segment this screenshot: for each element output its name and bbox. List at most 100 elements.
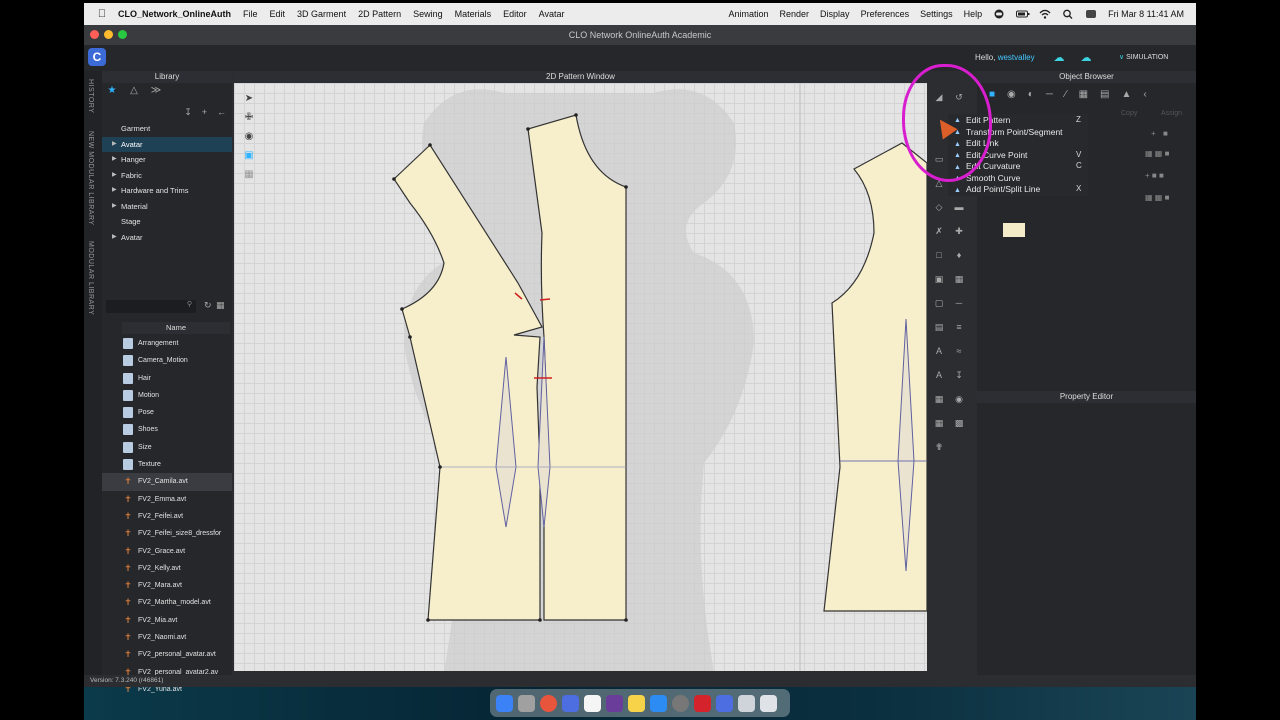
point-tool-icon[interactable]: ◉ [242,130,256,144]
close-window-icon[interactable] [90,30,99,39]
add-icon[interactable]: + [202,107,207,118]
zoom-window-icon[interactable] [118,30,127,39]
measure-icon[interactable]: ∕ [1065,89,1067,100]
clo-secondary-icon[interactable] [716,694,733,712]
fabric-icon[interactable]: ▦ [1079,89,1088,100]
annotation-tool-icon[interactable]: A [933,345,945,357]
menu-help[interactable]: Help [964,9,983,19]
expand-arrow-icon[interactable]: ▶ [112,137,117,153]
list-item[interactable]: ✝ FV2_Naomi.avt [102,629,232,646]
name-column-header[interactable]: Name [122,322,230,334]
measure-tool-icon[interactable]: ─ [953,297,965,309]
expand-arrow-icon[interactable]: ▶ [112,183,117,199]
settings-icon[interactable] [672,694,689,712]
list-item[interactable]: Hair [102,370,232,387]
library-search-input[interactable]: ⚲ [106,300,196,313]
trim-icon[interactable]: ▲ [1122,89,1132,100]
trace-tool-icon[interactable]: ♦ [953,249,965,261]
list-item[interactable]: Size [102,439,232,456]
notes-icon[interactable] [584,694,601,712]
expand-panel-icon[interactable]: ‹ [1143,89,1146,100]
back-icon[interactable]: ← [217,107,226,118]
button-tool-icon[interactable]: ◉ [953,393,965,405]
trash-icon[interactable]: ■ [1163,129,1168,138]
transform-tool-icon[interactable]: ✙ [242,111,256,125]
zipper-tool-icon[interactable]: ≡ [953,321,965,333]
list-item[interactable]: Arrangement [102,335,232,352]
texture-tool-icon[interactable]: ▦ [953,273,965,285]
pattern-tool-icon[interactable]: ▣ [242,149,256,163]
simulation-button[interactable]: ∨ SIMULATION [1119,50,1189,66]
list-item[interactable]: ✝ FV2_Feifei.avt [102,508,232,525]
download-icon[interactable]: ↧ [184,107,192,118]
menu-3d-garment[interactable]: 3D Garment [297,9,346,19]
finder-icon[interactable] [496,694,513,712]
slack-icon[interactable] [606,694,623,712]
menu-settings[interactable]: Settings [920,9,953,19]
list-item[interactable]: ✝ FV2_Emma.avt [102,491,232,508]
expand-arrow-icon[interactable]: ▶ [112,230,117,246]
line-icon[interactable]: ─ [1046,89,1053,100]
pattern-canvas[interactable]: ➤ ✙ ◉ ▣ ▦ [234,83,927,671]
ruler-tool-icon[interactable]: ▤ [933,321,945,333]
list-item[interactable]: Motion [102,387,232,404]
fabric-swatch[interactable] [1003,223,1025,237]
modular-icon[interactable]: ≫ [150,85,162,101]
tree-item-hardware[interactable]: ▶ Hardware and Trims [102,183,232,199]
stickies-icon[interactable] [628,694,645,712]
menu-display[interactable]: Display [820,9,850,19]
list-item[interactable]: ✝ FV2_Mia.avt [102,612,232,629]
add-fabric-icon[interactable]: + [1151,129,1156,138]
list-item[interactable]: Camera_Motion [102,352,232,369]
clock[interactable]: Fri Mar 8 11:41 AM [1108,9,1184,19]
app-store-icon[interactable] [650,694,667,712]
internal-line-icon[interactable]: □ [933,249,945,261]
expand-arrow-icon[interactable]: ▶ [112,152,117,168]
expand-arrow-icon[interactable]: ▶ [112,199,117,215]
menu-edit[interactable]: Edit [270,9,286,19]
list-item[interactable]: ✝ FV2_Camila.avt [102,473,232,491]
menu-materials[interactable]: Materials [455,9,492,19]
pin-tool-icon[interactable]: ✟ [933,441,945,453]
wave-tool-icon[interactable]: ≈ [953,345,965,357]
fabric-tool-icon[interactable]: ▣ [933,273,945,285]
tree-item-fabric[interactable]: ▶ Fabric [102,168,232,184]
list-item[interactable]: ✝ FV2_Mara.avt [102,577,232,594]
list-item[interactable]: ✝ FV2_personal_avatar.avt [102,646,232,663]
globe-icon[interactable]: ◐ [1028,89,1034,100]
hanger-icon[interactable]: △ [128,85,140,101]
arrow-tool-icon[interactable]: ↧ [953,369,965,381]
acrobat-icon[interactable] [694,694,711,712]
grid-view-icon[interactable]: ▦ [216,300,225,311]
list-item[interactable]: ✝ FV2_Martha_model.avt [102,594,232,611]
favorites-star-icon[interactable]: ★ [106,85,118,101]
control-center-icon[interactable] [993,9,1005,19]
menu-item-smooth-curve[interactable]: Smooth Curve [966,173,1020,183]
chrome-icon[interactable] [540,694,557,712]
battery-icon[interactable] [1016,9,1030,19]
dart-tool-icon[interactable]: ◇ [933,201,945,213]
username[interactable]: westvalley [998,53,1035,62]
assign-button[interactable]: Assign [1161,110,1182,117]
graphic-tool-icon[interactable]: ▢ [933,297,945,309]
list-item[interactable]: Pose [102,404,232,421]
grid-tool-icon[interactable]: ▦ [242,168,256,182]
wifi-icon[interactable] [1039,9,1051,19]
tree-item-stage[interactable]: Stage [102,214,232,230]
list-item[interactable]: Shoes [102,421,232,438]
shirt-icon[interactable]: ■ [989,89,995,100]
menu-file[interactable]: File [243,9,258,19]
menu-render[interactable]: Render [780,9,810,19]
launchpad-icon[interactable] [518,694,535,712]
cloud-upload-icon[interactable]: ☁ [1077,50,1095,66]
menu-preferences[interactable]: Preferences [861,9,910,19]
list-item[interactable]: Texture [102,456,232,473]
menu-sewing[interactable]: Sewing [413,9,443,19]
tree-item-hanger[interactable]: ▶ Hanger [102,152,232,168]
downloads-icon[interactable] [738,694,755,712]
puckering-tool-icon[interactable]: ▦ [933,393,945,405]
siri-icon[interactable] [1085,9,1097,19]
modular-library-tab[interactable]: MODULAR LIBRARY [87,241,94,315]
expand-arrow-icon[interactable]: ▶ [112,168,117,184]
hanger-tab-icon[interactable]: ▤ [1100,89,1109,100]
